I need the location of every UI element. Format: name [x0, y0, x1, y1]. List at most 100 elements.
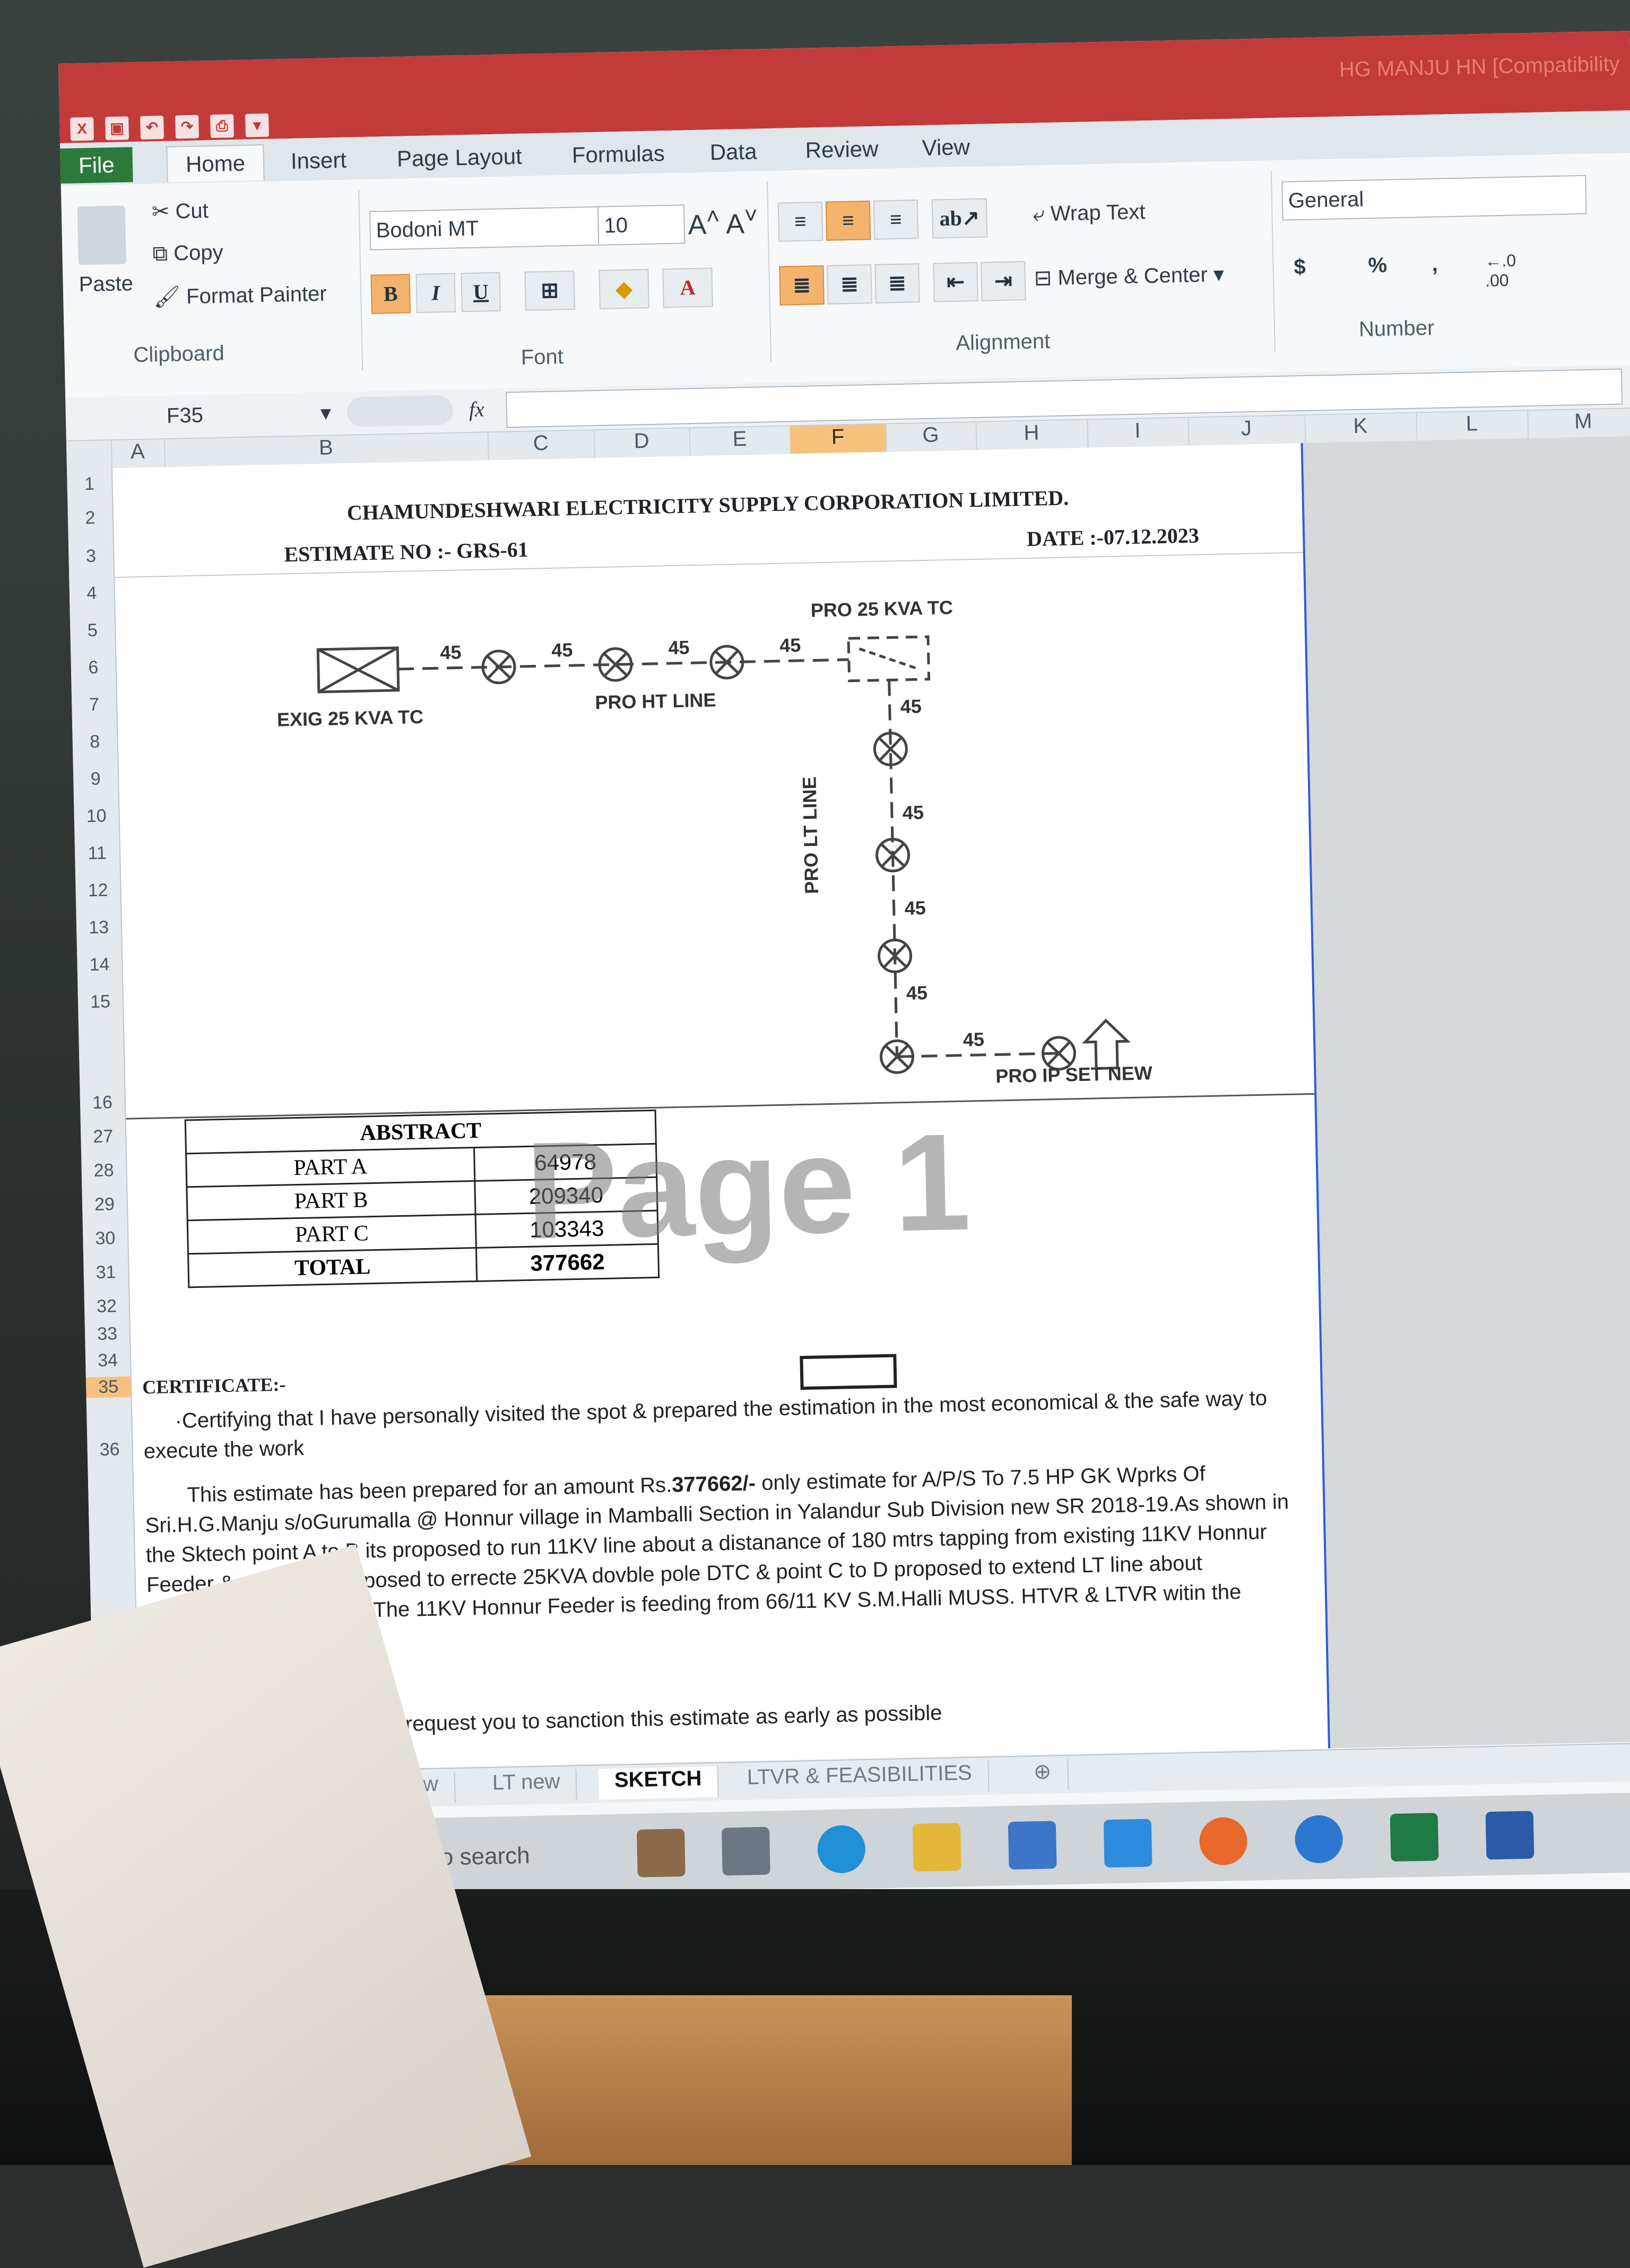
row-header[interactable]: 30: [83, 1228, 128, 1250]
row-header[interactable]: 9: [73, 768, 118, 790]
column-header[interactable]: G: [885, 422, 977, 452]
mail-icon[interactable]: [1103, 1819, 1152, 1868]
row-header[interactable]: 31: [83, 1262, 128, 1284]
row-header[interactable]: 12: [75, 880, 120, 902]
column-header[interactable]: D: [593, 428, 691, 458]
row-header[interactable]: 10: [74, 806, 119, 827]
row-header[interactable]: 34: [85, 1350, 131, 1372]
name-box-dropdown-icon[interactable]: ▾: [320, 401, 331, 425]
new-sheet-icon[interactable]: ⊕: [1017, 1759, 1069, 1791]
abstract-label[interactable]: PART A: [186, 1147, 475, 1187]
abstract-label[interactable]: TOTAL: [188, 1248, 477, 1287]
increase-indent-icon[interactable]: ⇥: [981, 261, 1026, 301]
select-all-corner[interactable]: [66, 440, 112, 469]
column-header[interactable]: K: [1304, 413, 1418, 443]
tab-file[interactable]: File: [60, 147, 133, 184]
request-text[interactable]: I request you to sanction this estimate …: [393, 1698, 942, 1739]
row-header[interactable]: 2: [68, 507, 113, 529]
sheet-tab-active[interactable]: SKETCH: [598, 1766, 719, 1800]
align-center-icon[interactable]: ≣: [827, 264, 872, 305]
currency-button[interactable]: $: [1294, 255, 1306, 279]
comma-button[interactable]: ,: [1432, 253, 1438, 276]
column-header[interactable]: E: [689, 426, 792, 456]
row-header[interactable]: 29: [82, 1194, 127, 1216]
fx-icon[interactable]: fx: [469, 396, 484, 422]
row-header[interactable]: 8: [72, 731, 117, 753]
fill-color-icon[interactable]: ◆: [599, 269, 649, 309]
column-header[interactable]: J: [1187, 415, 1306, 446]
align-top-icon[interactable]: ≡: [777, 201, 823, 242]
edge-icon[interactable]: [817, 1824, 866, 1874]
save-icon[interactable]: ▣: [105, 116, 129, 141]
name-box[interactable]: F35: [166, 403, 203, 428]
copy-button[interactable]: ⧉ Copy: [152, 241, 223, 266]
decrease-indent-icon[interactable]: ⇤: [933, 262, 978, 302]
tab-page-layout[interactable]: Page Layout: [378, 138, 540, 177]
sheet-tab[interactable]: LT new: [476, 1769, 578, 1803]
certificate-heading[interactable]: CERTIFICATE:-: [142, 1373, 286, 1399]
internet-explorer-icon[interactable]: [1294, 1815, 1343, 1864]
column-header[interactable]: H: [975, 420, 1089, 450]
font-color-icon[interactable]: A: [662, 267, 713, 308]
column-header[interactable]: A: [110, 439, 166, 469]
row-header[interactable]: 27: [81, 1126, 126, 1148]
redo-icon[interactable]: ↷: [175, 115, 200, 139]
firefox-icon[interactable]: [1199, 1816, 1248, 1866]
tab-view[interactable]: View: [904, 129, 989, 166]
abstract-label[interactable]: PART B: [186, 1181, 476, 1220]
row-header[interactable]: 13: [76, 917, 122, 939]
italic-button[interactable]: I: [415, 273, 456, 313]
row-header[interactable]: 14: [77, 954, 122, 976]
number-format-select[interactable]: General: [1281, 175, 1587, 221]
underline-button[interactable]: U: [461, 272, 501, 313]
row-header[interactable]: 11: [75, 843, 120, 864]
row-header[interactable]: 4: [70, 583, 115, 604]
wrap-text-button[interactable]: ⤶ Wrap Text: [1033, 200, 1146, 226]
row-header[interactable]: 35: [85, 1376, 131, 1398]
column-header[interactable]: L: [1416, 411, 1529, 441]
abstract-label[interactable]: PART C: [187, 1214, 476, 1254]
grow-font-icon[interactable]: A˄ A˅: [688, 203, 758, 241]
format-painter-button[interactable]: 🖌 Format Painter: [153, 281, 327, 310]
cut-button[interactable]: ✂ Cut: [151, 198, 209, 224]
column-header[interactable]: F: [790, 424, 887, 454]
store-icon[interactable]: [1008, 1821, 1057, 1870]
row-header[interactable]: 28: [81, 1160, 126, 1182]
align-middle-icon[interactable]: ≡: [825, 201, 871, 241]
word-taskbar-icon[interactable]: [1485, 1811, 1534, 1860]
print-preview-icon[interactable]: ⎙: [210, 114, 234, 138]
estimate-date[interactable]: DATE :-07.12.2023: [1027, 523, 1200, 551]
bold-button[interactable]: B: [370, 274, 411, 314]
row-header[interactable]: 7: [72, 694, 117, 716]
certificate-text[interactable]: ·Certifying that I have personally visit…: [143, 1383, 1285, 1466]
row-header[interactable]: 5: [70, 620, 115, 642]
paste-icon[interactable]: [77, 205, 126, 265]
paste-button[interactable]: Paste: [79, 272, 133, 297]
increase-decimal-icon[interactable]: ←.0.00: [1485, 251, 1516, 291]
task-view-icon[interactable]: [721, 1826, 770, 1876]
row-header[interactable]: 3: [68, 546, 114, 567]
row-header[interactable]: 36: [87, 1439, 132, 1461]
column-header[interactable]: I: [1087, 418, 1190, 448]
file-explorer-icon[interactable]: [912, 1823, 961, 1872]
row-header[interactable]: 15: [78, 991, 123, 1013]
tab-home[interactable]: Home: [166, 144, 265, 183]
tab-insert[interactable]: Insert: [272, 142, 365, 179]
excel-taskbar-icon[interactable]: [1390, 1813, 1439, 1862]
active-cell-f35[interactable]: [800, 1354, 897, 1390]
borders-icon[interactable]: ⊞: [524, 270, 575, 311]
row-header[interactable]: 16: [80, 1092, 125, 1114]
row-header[interactable]: 1: [67, 473, 112, 495]
font-size-select[interactable]: 10: [597, 204, 686, 246]
align-left-icon[interactable]: ≣: [779, 265, 825, 306]
row-header[interactable]: 33: [85, 1323, 130, 1345]
font-name-select[interactable]: Bodoni MT: [369, 206, 601, 250]
column-header[interactable]: C: [487, 430, 595, 461]
column-header[interactable]: M: [1527, 408, 1630, 439]
customize-qat-icon[interactable]: ▾: [245, 113, 269, 137]
tab-review[interactable]: Review: [787, 131, 897, 168]
align-bottom-icon[interactable]: ≡: [873, 200, 919, 240]
tab-formulas[interactable]: Formulas: [553, 135, 683, 173]
company-heading[interactable]: CHAMUNDESHWARI ELECTRICITY SUPPLY CORPOR…: [346, 485, 1069, 525]
percent-button[interactable]: %: [1368, 254, 1388, 278]
